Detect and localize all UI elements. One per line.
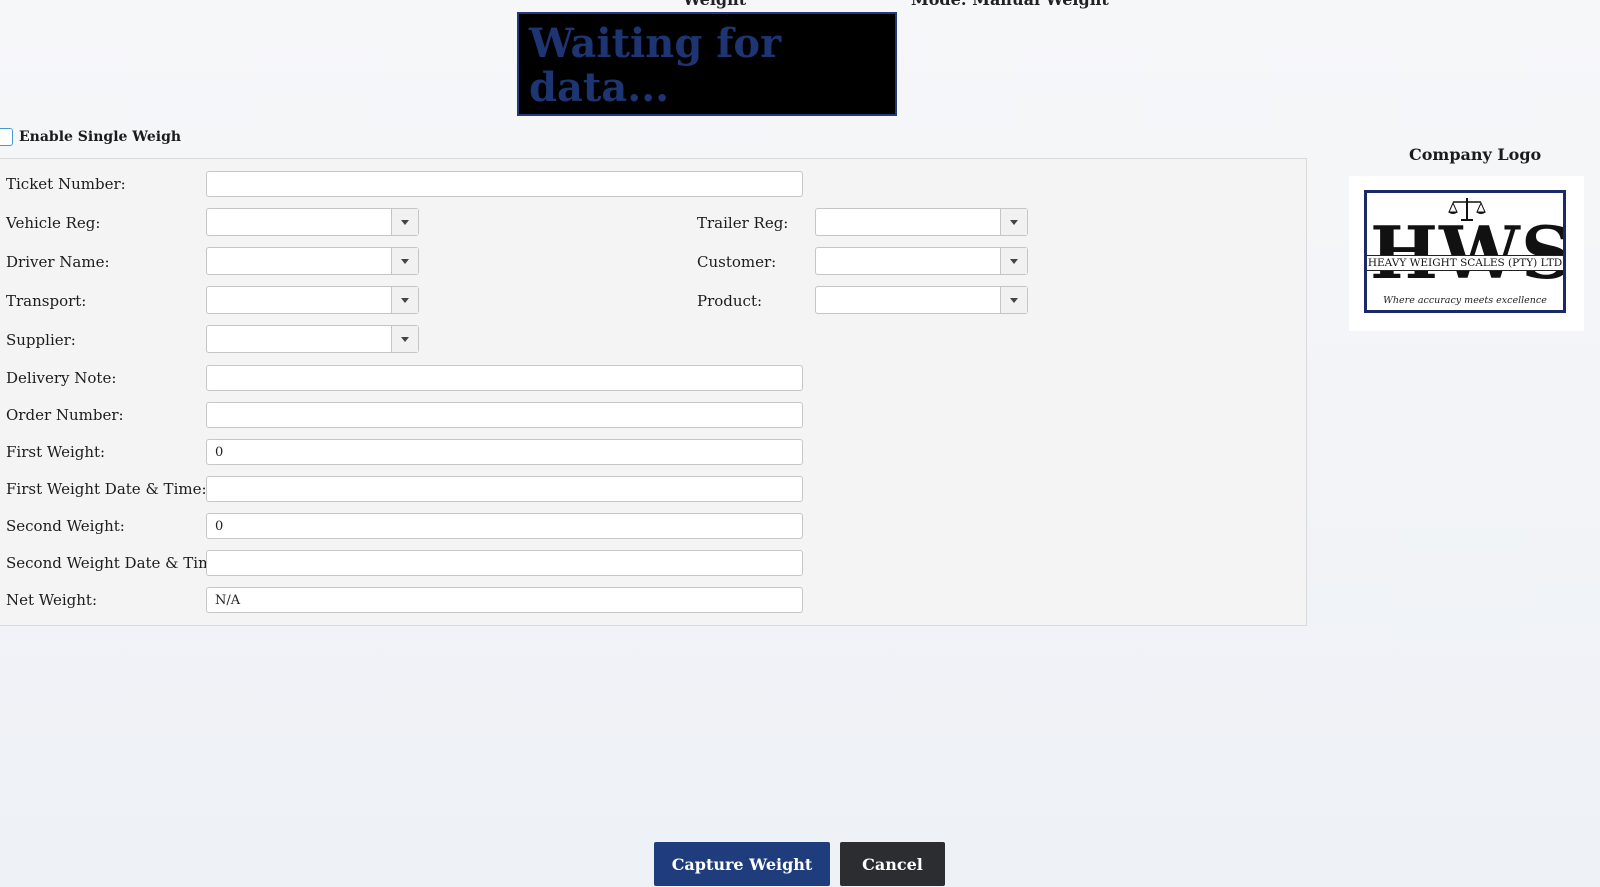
chevron-down-icon[interactable]: [1001, 248, 1027, 274]
supplier-label: Supplier:: [6, 331, 76, 349]
second-weight-input[interactable]: [206, 513, 803, 539]
enable-single-weigh-toggle[interactable]: Enable Single Weigh: [0, 128, 181, 146]
trailer-reg-combo[interactable]: [815, 208, 1028, 236]
single-weigh-checkbox[interactable]: [0, 128, 13, 146]
chevron-down-icon[interactable]: [392, 287, 418, 313]
customer-label: Customer:: [697, 253, 777, 271]
vehicle-reg-combo[interactable]: [206, 208, 419, 236]
transport-label: Transport:: [6, 292, 87, 310]
logo-letters: HWS: [1370, 210, 1566, 295]
weight-label: Weight: [683, 0, 746, 9]
first-weight-datetime-input[interactable]: [206, 476, 803, 502]
logo-tagline: Where accuracy meets excellence: [1383, 295, 1547, 306]
net-weight-label: Net Weight:: [6, 591, 98, 609]
chevron-down-icon[interactable]: [392, 248, 418, 274]
logo-company-name: HEAVY WEIGHT SCALES (PTY) LTD: [1367, 255, 1563, 271]
vehicle-reg-label: Vehicle Reg:: [6, 214, 101, 232]
chevron-down-icon[interactable]: [1001, 209, 1027, 235]
first-weight-label: First Weight:: [6, 443, 106, 461]
delivery-note-input[interactable]: [206, 365, 803, 391]
product-field[interactable]: [816, 287, 1001, 313]
product-label: Product:: [697, 292, 763, 310]
company-logo: HWS HEAVY WEIGHT SCALES (PTY) LTD Where …: [1349, 176, 1584, 331]
order-number-label: Order Number:: [6, 406, 124, 424]
hws-logo-image: HWS HEAVY WEIGHT SCALES (PTY) LTD Where …: [1364, 190, 1566, 313]
second-weight-datetime-label: Second Weight Date & Time:: [6, 554, 227, 572]
ticket-number-input[interactable]: [206, 171, 803, 197]
second-weight-datetime-input[interactable]: [206, 550, 803, 576]
chevron-down-icon[interactable]: [1001, 287, 1027, 313]
supplier-combo[interactable]: [206, 325, 419, 353]
weight-display: Waiting for data...: [517, 12, 897, 116]
trailer-reg-label: Trailer Reg:: [697, 214, 789, 232]
transport-field[interactable]: [207, 287, 392, 313]
product-combo[interactable]: [815, 286, 1028, 314]
capture-weight-button[interactable]: Capture Weight: [654, 842, 830, 886]
mode-label: Mode: Manual Weight: [911, 0, 1109, 9]
chevron-down-icon[interactable]: [392, 209, 418, 235]
customer-combo[interactable]: [815, 247, 1028, 275]
driver-name-label: Driver Name:: [6, 253, 110, 271]
ticket-number-label: Ticket Number:: [6, 175, 126, 193]
net-weight-input[interactable]: [206, 587, 803, 613]
customer-field[interactable]: [816, 248, 1001, 274]
first-weight-datetime-label: First Weight Date & Time:: [6, 480, 207, 498]
supplier-field[interactable]: [207, 326, 392, 352]
single-weigh-label: Enable Single Weigh: [19, 129, 182, 145]
company-logo-title: Company Logo: [1409, 145, 1542, 164]
order-number-input[interactable]: [206, 402, 803, 428]
transport-combo[interactable]: [206, 286, 419, 314]
vehicle-reg-field[interactable]: [207, 209, 392, 235]
cancel-button[interactable]: Cancel: [840, 842, 945, 886]
driver-name-combo[interactable]: [206, 247, 419, 275]
delivery-note-label: Delivery Note:: [6, 369, 117, 387]
weigh-form-panel: Ticket Number: Vehicle Reg: Trailer Reg:…: [0, 158, 1307, 626]
chevron-down-icon[interactable]: [392, 326, 418, 352]
first-weight-input[interactable]: [206, 439, 803, 465]
trailer-reg-field[interactable]: [816, 209, 1001, 235]
driver-name-field[interactable]: [207, 248, 392, 274]
second-weight-label: Second Weight:: [6, 517, 125, 535]
